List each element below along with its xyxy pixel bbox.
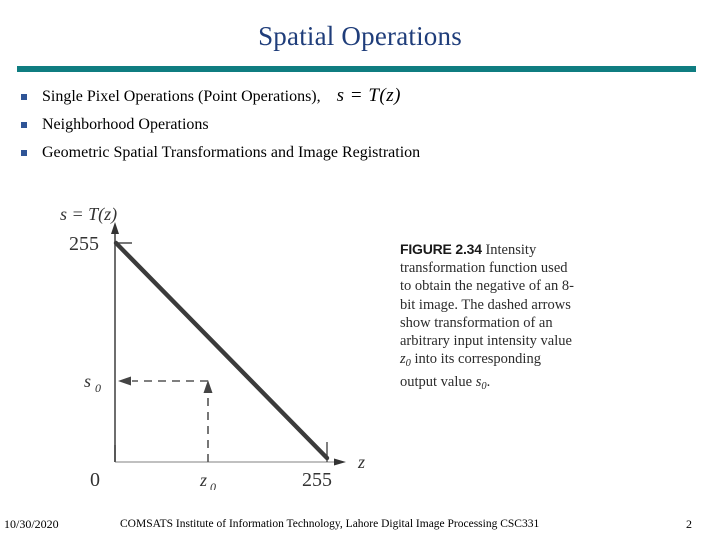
transformation-curve	[113, 240, 330, 461]
bullet-square-icon	[21, 94, 27, 100]
list-item: Geometric Spatial Transformations and Im…	[0, 140, 700, 168]
list-item: Single Pixel Operations (Point Operation…	[0, 84, 700, 112]
bullet-text: Single Pixel Operations (Point Operation…	[42, 88, 321, 105]
s0-dashed-arrowhead	[118, 376, 131, 386]
bullet-list: Single Pixel Operations (Point Operation…	[0, 84, 700, 168]
bullet-text: Geometric Spatial Transformations and Im…	[42, 144, 421, 161]
title-divider	[17, 66, 696, 72]
footer-date: 10/30/2020	[4, 517, 59, 531]
figure-number: FIGURE 2.34	[400, 241, 482, 257]
list-item: Neighborhood Operations	[0, 112, 700, 140]
bullet-square-icon	[21, 150, 27, 156]
x-axis-arrowhead	[334, 458, 346, 466]
y-axis-label: s = T(z)	[60, 204, 117, 225]
x-marker-label-z0: z	[199, 470, 207, 490]
figure-caption-part-1: Intensity transformation function used t…	[400, 242, 574, 350]
z0-dashed-arrowhead	[203, 380, 213, 393]
figure-block: s = T(z) 255 0 255 s 0 z 0 z FIGURE 2.34…	[40, 190, 680, 490]
y-marker-sub-s0: 0	[95, 381, 101, 395]
y-marker-label-s0: s	[84, 371, 91, 391]
bullet-square-icon	[21, 122, 27, 128]
page-title: Spatial Operations	[258, 21, 462, 51]
x-tick-label-0: 0	[90, 469, 100, 490]
x-tick-label-255: 255	[302, 469, 332, 490]
figure-caption-part-2: into its corresponding output value	[400, 351, 541, 391]
y-tick-label-255: 255	[69, 233, 99, 255]
footer-page-number: 2	[686, 517, 692, 531]
slide-footer: 10/30/2020 COMSATS Institute of Informat…	[0, 512, 720, 540]
slide-canvas: Spatial Operations Single Pixel Operatio…	[0, 0, 720, 540]
intensity-transformation-chart: s = T(z) 255 0 255 s 0 z 0 z	[60, 204, 365, 490]
bullet-math: s = T(z)	[336, 85, 401, 106]
bullet-text: Neighborhood Operations	[42, 116, 209, 133]
x-axis-variable-label: z	[357, 452, 365, 472]
footer-course-text: COMSATS Institute of Information Technol…	[120, 518, 540, 530]
figure-caption-part-3: .	[486, 374, 491, 391]
figure-caption: FIGURE 2.34 Intensity transformation fun…	[400, 240, 580, 396]
x-marker-sub-z0: 0	[210, 480, 216, 490]
